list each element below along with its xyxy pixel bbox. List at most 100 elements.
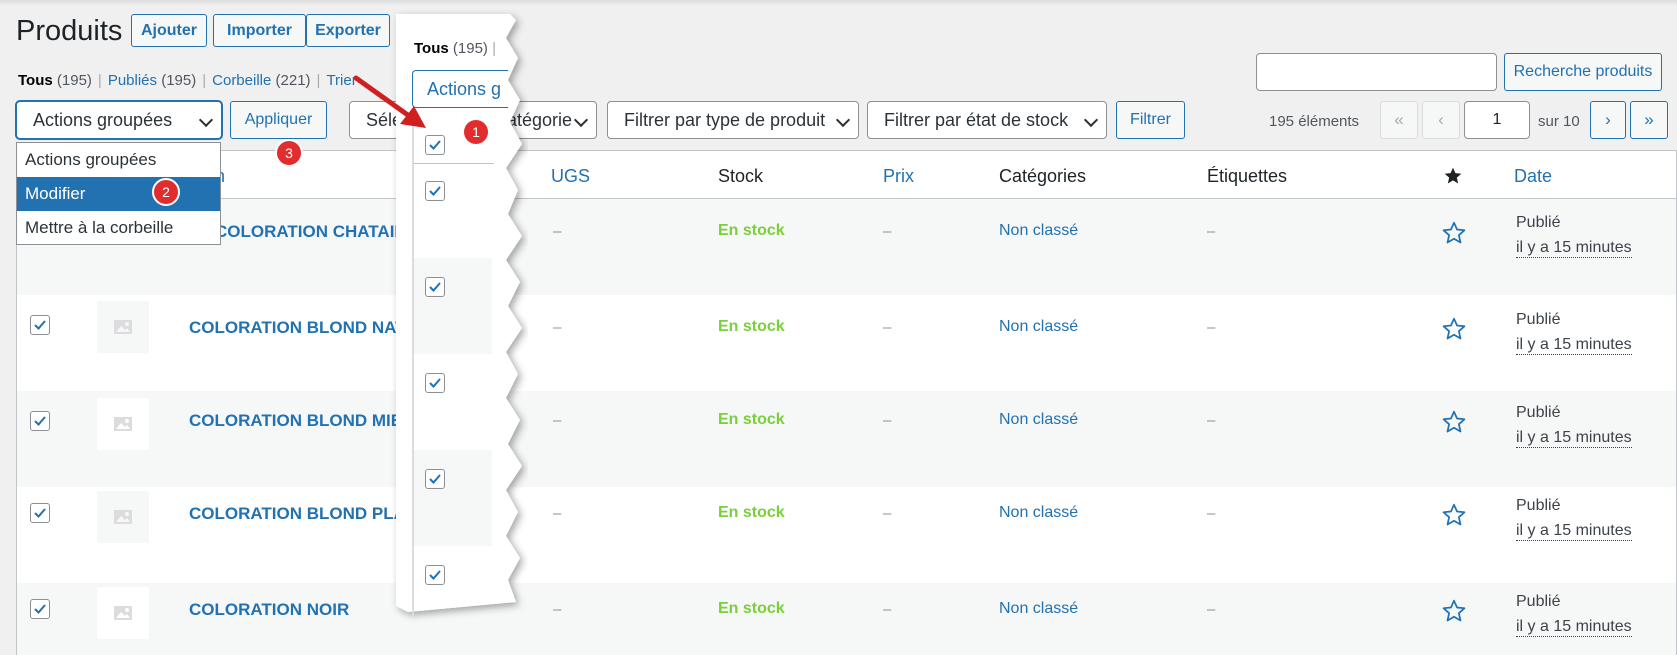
- zoom-row-checkbox[interactable]: [425, 181, 445, 201]
- stock-status: En stock: [718, 600, 785, 617]
- bulk-actions-dropdown: Actions groupées Modifier Mettre à la co…: [16, 142, 221, 245]
- zoom-row-checkbox[interactable]: [425, 565, 445, 585]
- product-type-filter-value: Filtrer par type de produit: [624, 109, 826, 130]
- category-link[interactable]: Non classé: [999, 504, 1078, 522]
- image-placeholder-icon: [114, 510, 132, 524]
- date-time: il y a 15 minutes: [1516, 618, 1632, 637]
- stock-filter-value: Filtrer par état de stock: [884, 109, 1069, 130]
- step-badge-1: 1: [462, 118, 490, 146]
- option-trash[interactable]: Mettre à la corbeille: [17, 211, 220, 245]
- page-title: Produits: [16, 15, 123, 47]
- column-categories-header: Catégories: [999, 166, 1087, 186]
- date-status: Publié: [1516, 214, 1561, 231]
- last-page-button[interactable]: »: [1630, 101, 1668, 139]
- row-checkbox[interactable]: [30, 411, 50, 431]
- product-name-link[interactable]: COLORATION NOIR: [189, 600, 349, 620]
- star-outline-icon[interactable]: [1441, 502, 1467, 528]
- step-badge-3: 3: [275, 139, 303, 167]
- product-name-link[interactable]: COLORATION BLOND MIE: [189, 411, 402, 431]
- table-row: COLORATION BLOND MIE – En stock – Non cl…: [17, 391, 1676, 487]
- product-name-link[interactable]: COLORATION BLOND NAT: [189, 318, 406, 338]
- export-button[interactable]: Exporter: [306, 14, 390, 47]
- category-link[interactable]: Non classé: [999, 600, 1078, 618]
- apply-button[interactable]: Appliquer: [230, 101, 327, 139]
- filter-all-count: (195): [56, 72, 92, 89]
- column-sku-header[interactable]: UGS: [551, 166, 590, 187]
- product-thumbnail[interactable]: [97, 587, 149, 639]
- items-count: 195 éléments: [1269, 113, 1360, 130]
- zoom-separator: |: [492, 40, 496, 57]
- total-pages: sur 10: [1538, 113, 1580, 130]
- table-row: COLORATION BLOND NAT – En stock – Non cl…: [17, 295, 1676, 391]
- column-date-header[interactable]: Date: [1514, 166, 1552, 187]
- search-products-button[interactable]: Recherche produits: [1504, 53, 1662, 91]
- filter-trash[interactable]: Corbeille: [212, 72, 271, 89]
- date-status: Publié: [1516, 497, 1561, 514]
- table-row: COLORATION CHATAIN AU – En stock – Non c…: [17, 199, 1676, 295]
- sku-value: –: [553, 412, 562, 429]
- price-value: –: [883, 319, 892, 336]
- stock-status: En stock: [718, 222, 785, 239]
- table-row: COLORATION NOIR – En stock – Non classé …: [17, 583, 1676, 655]
- zoom-row-checkbox[interactable]: [425, 277, 445, 297]
- date-time: il y a 15 minutes: [1516, 429, 1632, 448]
- product-thumbnail[interactable]: [97, 398, 149, 450]
- filter-button[interactable]: Filtrer: [1116, 101, 1185, 139]
- row-checkbox[interactable]: [30, 503, 50, 523]
- zoom-row-checkbox[interactable]: [425, 373, 445, 393]
- price-value: –: [883, 223, 892, 240]
- sku-value: –: [553, 223, 562, 240]
- stock-filter-select[interactable]: Filtrer par état de stock: [867, 101, 1107, 139]
- date-status: Publié: [1516, 404, 1561, 421]
- price-value: –: [883, 412, 892, 429]
- star-outline-icon[interactable]: [1441, 409, 1467, 435]
- filter-all[interactable]: Tous: [18, 72, 53, 89]
- star-outline-icon[interactable]: [1441, 316, 1467, 342]
- product-thumbnail[interactable]: [97, 491, 149, 543]
- filter-published[interactable]: Publiés: [108, 72, 157, 89]
- search-input[interactable]: [1256, 53, 1497, 91]
- category-link[interactable]: Non classé: [999, 411, 1078, 429]
- sku-value: –: [553, 505, 562, 522]
- product-name-link[interactable]: COLORATION BLOND PLA: [189, 504, 406, 524]
- row-checkbox[interactable]: [30, 599, 50, 619]
- filter-published-count: (195): [161, 72, 197, 89]
- bulk-actions-select[interactable]: Actions groupées: [16, 101, 222, 139]
- zoom-header-divider: [414, 163, 494, 164]
- category-link[interactable]: Non classé: [999, 222, 1078, 240]
- option-edit[interactable]: Modifier: [17, 177, 220, 211]
- separator: |: [97, 72, 102, 89]
- chevron-down-icon: [835, 112, 851, 128]
- prev-page-button[interactable]: ‹: [1422, 101, 1460, 139]
- star-outline-icon[interactable]: [1441, 598, 1467, 624]
- product-thumbnail[interactable]: [97, 301, 149, 353]
- zoom-filter-all[interactable]: Tous: [414, 40, 449, 57]
- column-tags-header: Étiquettes: [1207, 166, 1288, 186]
- annotation-arrow-icon: [353, 75, 426, 128]
- import-button[interactable]: Importer: [213, 14, 306, 47]
- star-outline-icon[interactable]: [1441, 220, 1467, 246]
- option-bulk-actions[interactable]: Actions groupées: [17, 143, 220, 177]
- products-table: n UGS Stock Prix Catégories Étiquettes D…: [16, 150, 1677, 655]
- chevron-down-icon: [573, 112, 589, 128]
- tags-value: –: [1207, 319, 1216, 336]
- product-type-filter-select[interactable]: Filtrer par type de produit: [607, 101, 859, 139]
- zoom-row-checkbox[interactable]: [425, 469, 445, 489]
- column-price-header[interactable]: Prix: [883, 166, 914, 187]
- zoom-status-links: Tous (195) |: [414, 40, 496, 57]
- tags-value: –: [1207, 505, 1216, 522]
- next-page-button[interactable]: ›: [1590, 101, 1626, 139]
- top-shade: [0, 0, 1677, 6]
- stock-status: En stock: [718, 318, 785, 335]
- table-header: n UGS Stock Prix Catégories Étiquettes D…: [17, 151, 1676, 199]
- add-button[interactable]: Ajouter: [131, 14, 207, 47]
- zoom-alt-row: [414, 450, 492, 546]
- current-page-input[interactable]: 1: [1464, 101, 1530, 139]
- first-page-button[interactable]: «: [1380, 101, 1418, 139]
- zoom-alt-row: [414, 258, 492, 354]
- image-placeholder-icon: [114, 606, 132, 620]
- zoom-filter-all-count: (195): [452, 40, 488, 57]
- category-link[interactable]: Non classé: [999, 318, 1078, 336]
- row-checkbox[interactable]: [30, 315, 50, 335]
- product-thumbnail[interactable]: [97, 239, 149, 291]
